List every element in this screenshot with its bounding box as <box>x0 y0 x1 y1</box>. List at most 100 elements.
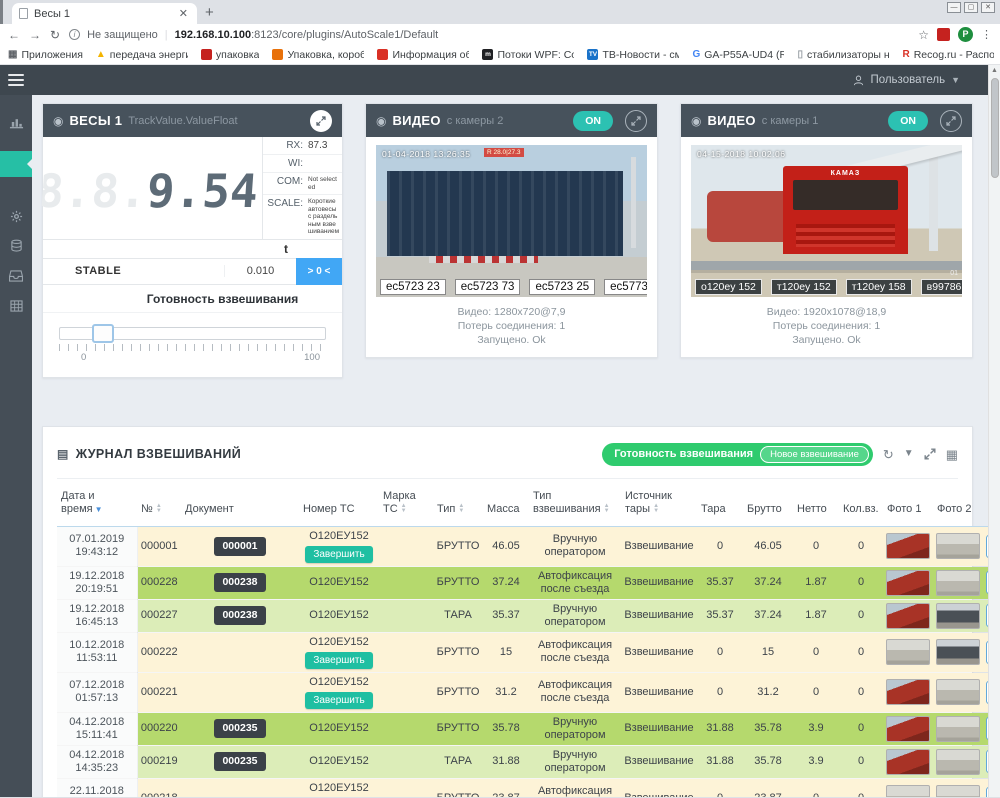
video-frame-camera-2[interactable]: 01-04-2018 13:26:35 R 28.0|27.3 ec5723 2… <box>376 145 647 297</box>
photo-thumbnail[interactable] <box>886 679 930 705</box>
document-badge[interactable]: 000235 <box>214 752 265 771</box>
tab-close-icon[interactable]: ✕ <box>177 7 190 20</box>
document-badge[interactable]: 000238 <box>214 573 265 592</box>
sort-icon[interactable]: ▲▼ <box>401 504 407 514</box>
column-header[interactable]: Документ <box>181 481 299 527</box>
document-badge[interactable]: 000235 <box>214 719 265 738</box>
photo-thumbnail[interactable] <box>936 679 980 705</box>
sidebar-item-settings[interactable] <box>0 201 32 231</box>
video-on-toggle[interactable]: ON <box>888 111 928 131</box>
photo-thumbnail[interactable] <box>886 639 930 665</box>
photo-thumbnail[interactable] <box>886 570 930 596</box>
table-row[interactable]: 22.11.201806:33:21000218О120ЕУ152Заверши… <box>57 778 988 797</box>
refresh-icon[interactable]: ↻ <box>883 448 894 461</box>
bookmark-item[interactable]: ▦Приложения <box>8 49 83 61</box>
finish-button[interactable]: Завершить <box>305 652 372 669</box>
sidebar-item-tables[interactable] <box>0 291 32 321</box>
user-menu[interactable]: Пользователь ▼ <box>853 74 960 86</box>
window-minimize-button[interactable]: — <box>947 2 961 13</box>
expand-icon[interactable] <box>924 448 936 460</box>
document-badge[interactable]: 000238 <box>214 606 265 625</box>
column-header[interactable]: Тип взвешивания▲▼ <box>529 481 621 527</box>
column-header[interactable]: Номер ТС <box>299 481 379 527</box>
column-header[interactable]: Кол.вз. <box>839 481 883 527</box>
expand-button[interactable] <box>310 110 332 132</box>
column-header[interactable]: Фото 1 <box>883 481 933 527</box>
browser-tab[interactable]: Весы 1 ✕ <box>12 3 197 24</box>
sidebar-item-dashboard[interactable] <box>0 107 32 137</box>
finish-button[interactable]: Завершить <box>305 692 372 709</box>
photo-thumbnail[interactable] <box>936 639 980 665</box>
column-header[interactable]: Брутто <box>743 481 793 527</box>
expand-button[interactable] <box>625 110 647 132</box>
sort-icon[interactable]: ▲▼ <box>156 504 162 514</box>
video-frame-camera-1[interactable]: КАМАЗ 04-15-2018 10:02:06 01 o120ey 152т… <box>691 145 962 297</box>
table-row[interactable]: 07.12.201801:57:13000221О120ЕУ152Заверши… <box>57 672 988 712</box>
photo-thumbnail[interactable] <box>936 785 980 797</box>
column-header[interactable]: №▲▼ <box>137 481 181 527</box>
bookmark-item[interactable]: упаковка <box>201 49 260 61</box>
forward-button[interactable]: → <box>29 28 41 42</box>
new-tab-button[interactable]: + <box>205 4 214 21</box>
column-header[interactable]: Тип▲▼ <box>433 481 483 527</box>
window-close-button[interactable]: ✕ <box>981 2 995 13</box>
column-header[interactable]: Источник тары▲▼ <box>621 481 697 527</box>
collapse-chevron-icon[interactable]: ▼ <box>904 449 914 459</box>
table-row[interactable]: 07.01.201919:43:12000001000001О120ЕУ152З… <box>57 526 988 566</box>
table-row[interactable]: 04.12.201814:35:23000219000235О120ЕУ152Т… <box>57 745 988 778</box>
profile-avatar[interactable]: P <box>958 27 973 42</box>
expand-button[interactable] <box>940 110 962 132</box>
sidebar-item-database[interactable] <box>0 231 32 261</box>
slider-handle[interactable] <box>92 324 114 343</box>
weight-slider[interactable] <box>59 327 326 340</box>
bookmark-item[interactable]: GGA-P55A-UD4 (Rev. <box>692 49 784 61</box>
sidebar-item-archive[interactable] <box>0 261 32 291</box>
url-box[interactable]: i Не защищено | 192.168.10.100:8123/core… <box>69 29 909 41</box>
bookmark-item[interactable]: TVТВ-Новости - смотр <box>587 49 679 61</box>
bookmark-item[interactable]: RRecog.ru - Распозна <box>902 49 994 61</box>
table-row[interactable]: 19.12.201816:45:13000227000238О120ЕУ152Т… <box>57 599 988 632</box>
photo-thumbnail[interactable] <box>886 749 930 775</box>
photo-thumbnail[interactable] <box>936 570 980 596</box>
scroll-thumb[interactable] <box>991 78 999 178</box>
table-settings-icon[interactable]: ▦ <box>946 448 958 461</box>
table-row[interactable]: 10.12.201811:53:11000222О120ЕУ152Заверши… <box>57 632 988 672</box>
sort-icon[interactable]: ▲▼ <box>604 504 610 514</box>
window-maximize-button[interactable]: ▢ <box>964 2 978 13</box>
back-button[interactable]: ← <box>8 28 20 42</box>
table-row[interactable]: 04.12.201815:11:41000220000235О120ЕУ152Б… <box>57 712 988 745</box>
browser-menu-icon[interactable]: ⋮ <box>981 28 992 41</box>
readiness-status-button[interactable]: Готовность взвешивания Новое взвешивание <box>602 443 873 466</box>
new-weighing-button[interactable]: Новое взвешивание <box>760 446 869 463</box>
photo-thumbnail[interactable] <box>886 716 930 742</box>
photo-thumbnail[interactable] <box>886 533 930 559</box>
reload-button[interactable]: ↻ <box>50 28 60 42</box>
sidebar-item-scales-active[interactable] <box>0 151 32 177</box>
extension-icon[interactable] <box>937 28 950 41</box>
photo-thumbnail[interactable] <box>936 716 980 742</box>
sort-icon[interactable]: ▲▼ <box>653 504 659 514</box>
document-badge[interactable]: 000001 <box>214 537 265 556</box>
column-header[interactable]: Марка ТС▲▼ <box>379 481 433 527</box>
bookmark-item[interactable]: ▲передача энергии б <box>96 49 188 61</box>
site-info-icon[interactable]: i <box>69 29 80 40</box>
photo-thumbnail[interactable] <box>886 603 930 629</box>
sort-icon[interactable]: ▲▼ <box>458 504 464 514</box>
photo-thumbnail[interactable] <box>936 603 980 629</box>
video-on-toggle[interactable]: ON <box>573 111 613 131</box>
photo-thumbnail[interactable] <box>886 785 930 797</box>
scroll-up-arrow[interactable]: ▲ <box>989 65 1000 77</box>
photo-thumbnail[interactable] <box>936 533 980 559</box>
column-header[interactable]: Дата и время▼ <box>57 481 137 527</box>
sort-desc-icon[interactable]: ▼ <box>95 505 103 514</box>
bookmark-item[interactable]: Упаковка, коробка д <box>272 49 364 61</box>
bookmark-star-icon[interactable]: ☆ <box>918 28 929 42</box>
bookmark-item[interactable]: mПотоки WPF: Созда <box>482 49 574 61</box>
bookmark-item[interactable]: Информация об ис <box>377 49 469 61</box>
zero-button[interactable]: > 0 < <box>296 258 342 285</box>
column-header[interactable]: Фото 2 <box>933 481 983 527</box>
bookmark-item[interactable]: ▯стабилизаторы напр <box>797 49 889 61</box>
finish-button[interactable]: Завершить <box>305 546 372 563</box>
column-header[interactable]: Нетто <box>793 481 839 527</box>
menu-hamburger-icon[interactable] <box>8 71 24 89</box>
